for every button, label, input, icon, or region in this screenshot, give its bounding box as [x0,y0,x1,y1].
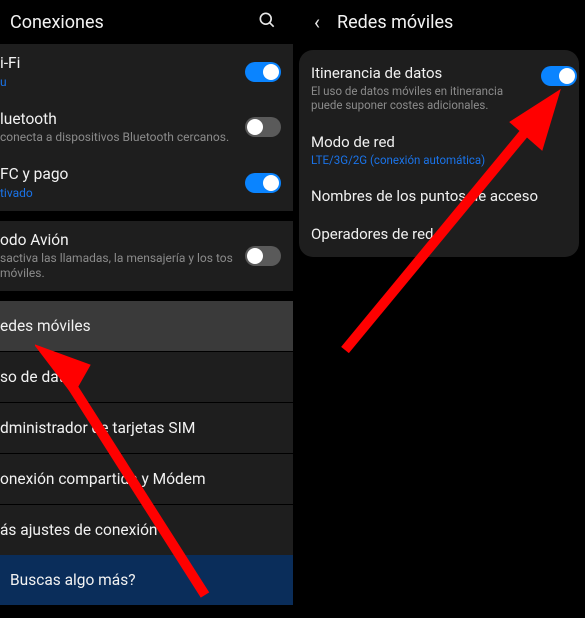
wifi-sub: u [0,75,235,90]
tethering-label: onexión compartida y Módem [0,470,281,489]
search-icon[interactable] [257,10,283,35]
promo-text: Buscas algo más? [10,571,136,589]
wifi-row[interactable]: i-Fi u [0,44,293,100]
roaming-row[interactable]: Itinerancia de datos El uso de datos móv… [311,54,567,123]
network-mode-sub: LTE/3G/2G (conexión automática) [311,153,567,167]
airplane-toggle[interactable] [245,246,281,266]
airplane-row[interactable]: odo Avión sactiva las llamadas, la mensa… [0,221,293,292]
roaming-sub: El uso de datos móviles en itinerancia p… [311,84,531,113]
apn-label: Nombres de los puntos de acceso [311,187,567,205]
bluetooth-label: luetooth [0,110,235,129]
more-conn-row[interactable]: ás ajustes de conexión [0,505,293,555]
mobile-networks-row[interactable]: edes móviles [0,301,293,351]
airplane-label: odo Avión [0,231,235,250]
left-header: Conexiones [0,0,293,44]
wifi-toggle[interactable] [245,62,281,82]
operators-label: Operadores de red [311,225,567,243]
data-usage-row[interactable]: so de datos [0,352,293,402]
nfc-toggle[interactable] [245,173,281,193]
back-icon[interactable]: ‹ [299,10,335,34]
bluetooth-row[interactable]: luetooth conecta a dispositivos Bluetoot… [0,100,293,156]
wifi-label: i-Fi [0,54,235,73]
network-mode-row[interactable]: Modo de red LTE/3G/2G (conexión automáti… [311,123,567,177]
operators-row[interactable]: Operadores de red [311,215,567,253]
bluetooth-toggle[interactable] [245,117,281,137]
mobile-networks-label: edes móviles [0,317,281,336]
sim-manager-label: dministrador de tarjetas SIM [0,419,281,438]
nfc-label: FC y pago [0,165,235,184]
bluetooth-sub: conecta a dispositivos Bluetooth cercano… [0,130,235,145]
apn-row[interactable]: Nombres de los puntos de acceso [311,177,567,215]
nfc-sub: tivado [0,186,235,201]
tethering-row[interactable]: onexión compartida y Módem [0,454,293,504]
page-title: Conexiones [0,12,257,33]
sim-manager-row[interactable]: dministrador de tarjetas SIM [0,403,293,453]
more-conn-label: ás ajustes de conexión [0,521,281,540]
right-header: ‹ Redes móviles [293,0,585,44]
data-usage-label: so de datos [0,368,281,387]
nfc-row[interactable]: FC y pago tivado [0,155,293,211]
right-title: Redes móviles [335,12,575,33]
airplane-sub: sactiva las llamadas, la mensajería y lo… [0,251,235,281]
promo-banner[interactable]: Buscas algo más? [0,555,293,605]
network-mode-label: Modo de red [311,133,567,151]
roaming-label: Itinerancia de datos [311,64,531,82]
roaming-toggle[interactable] [541,66,577,86]
